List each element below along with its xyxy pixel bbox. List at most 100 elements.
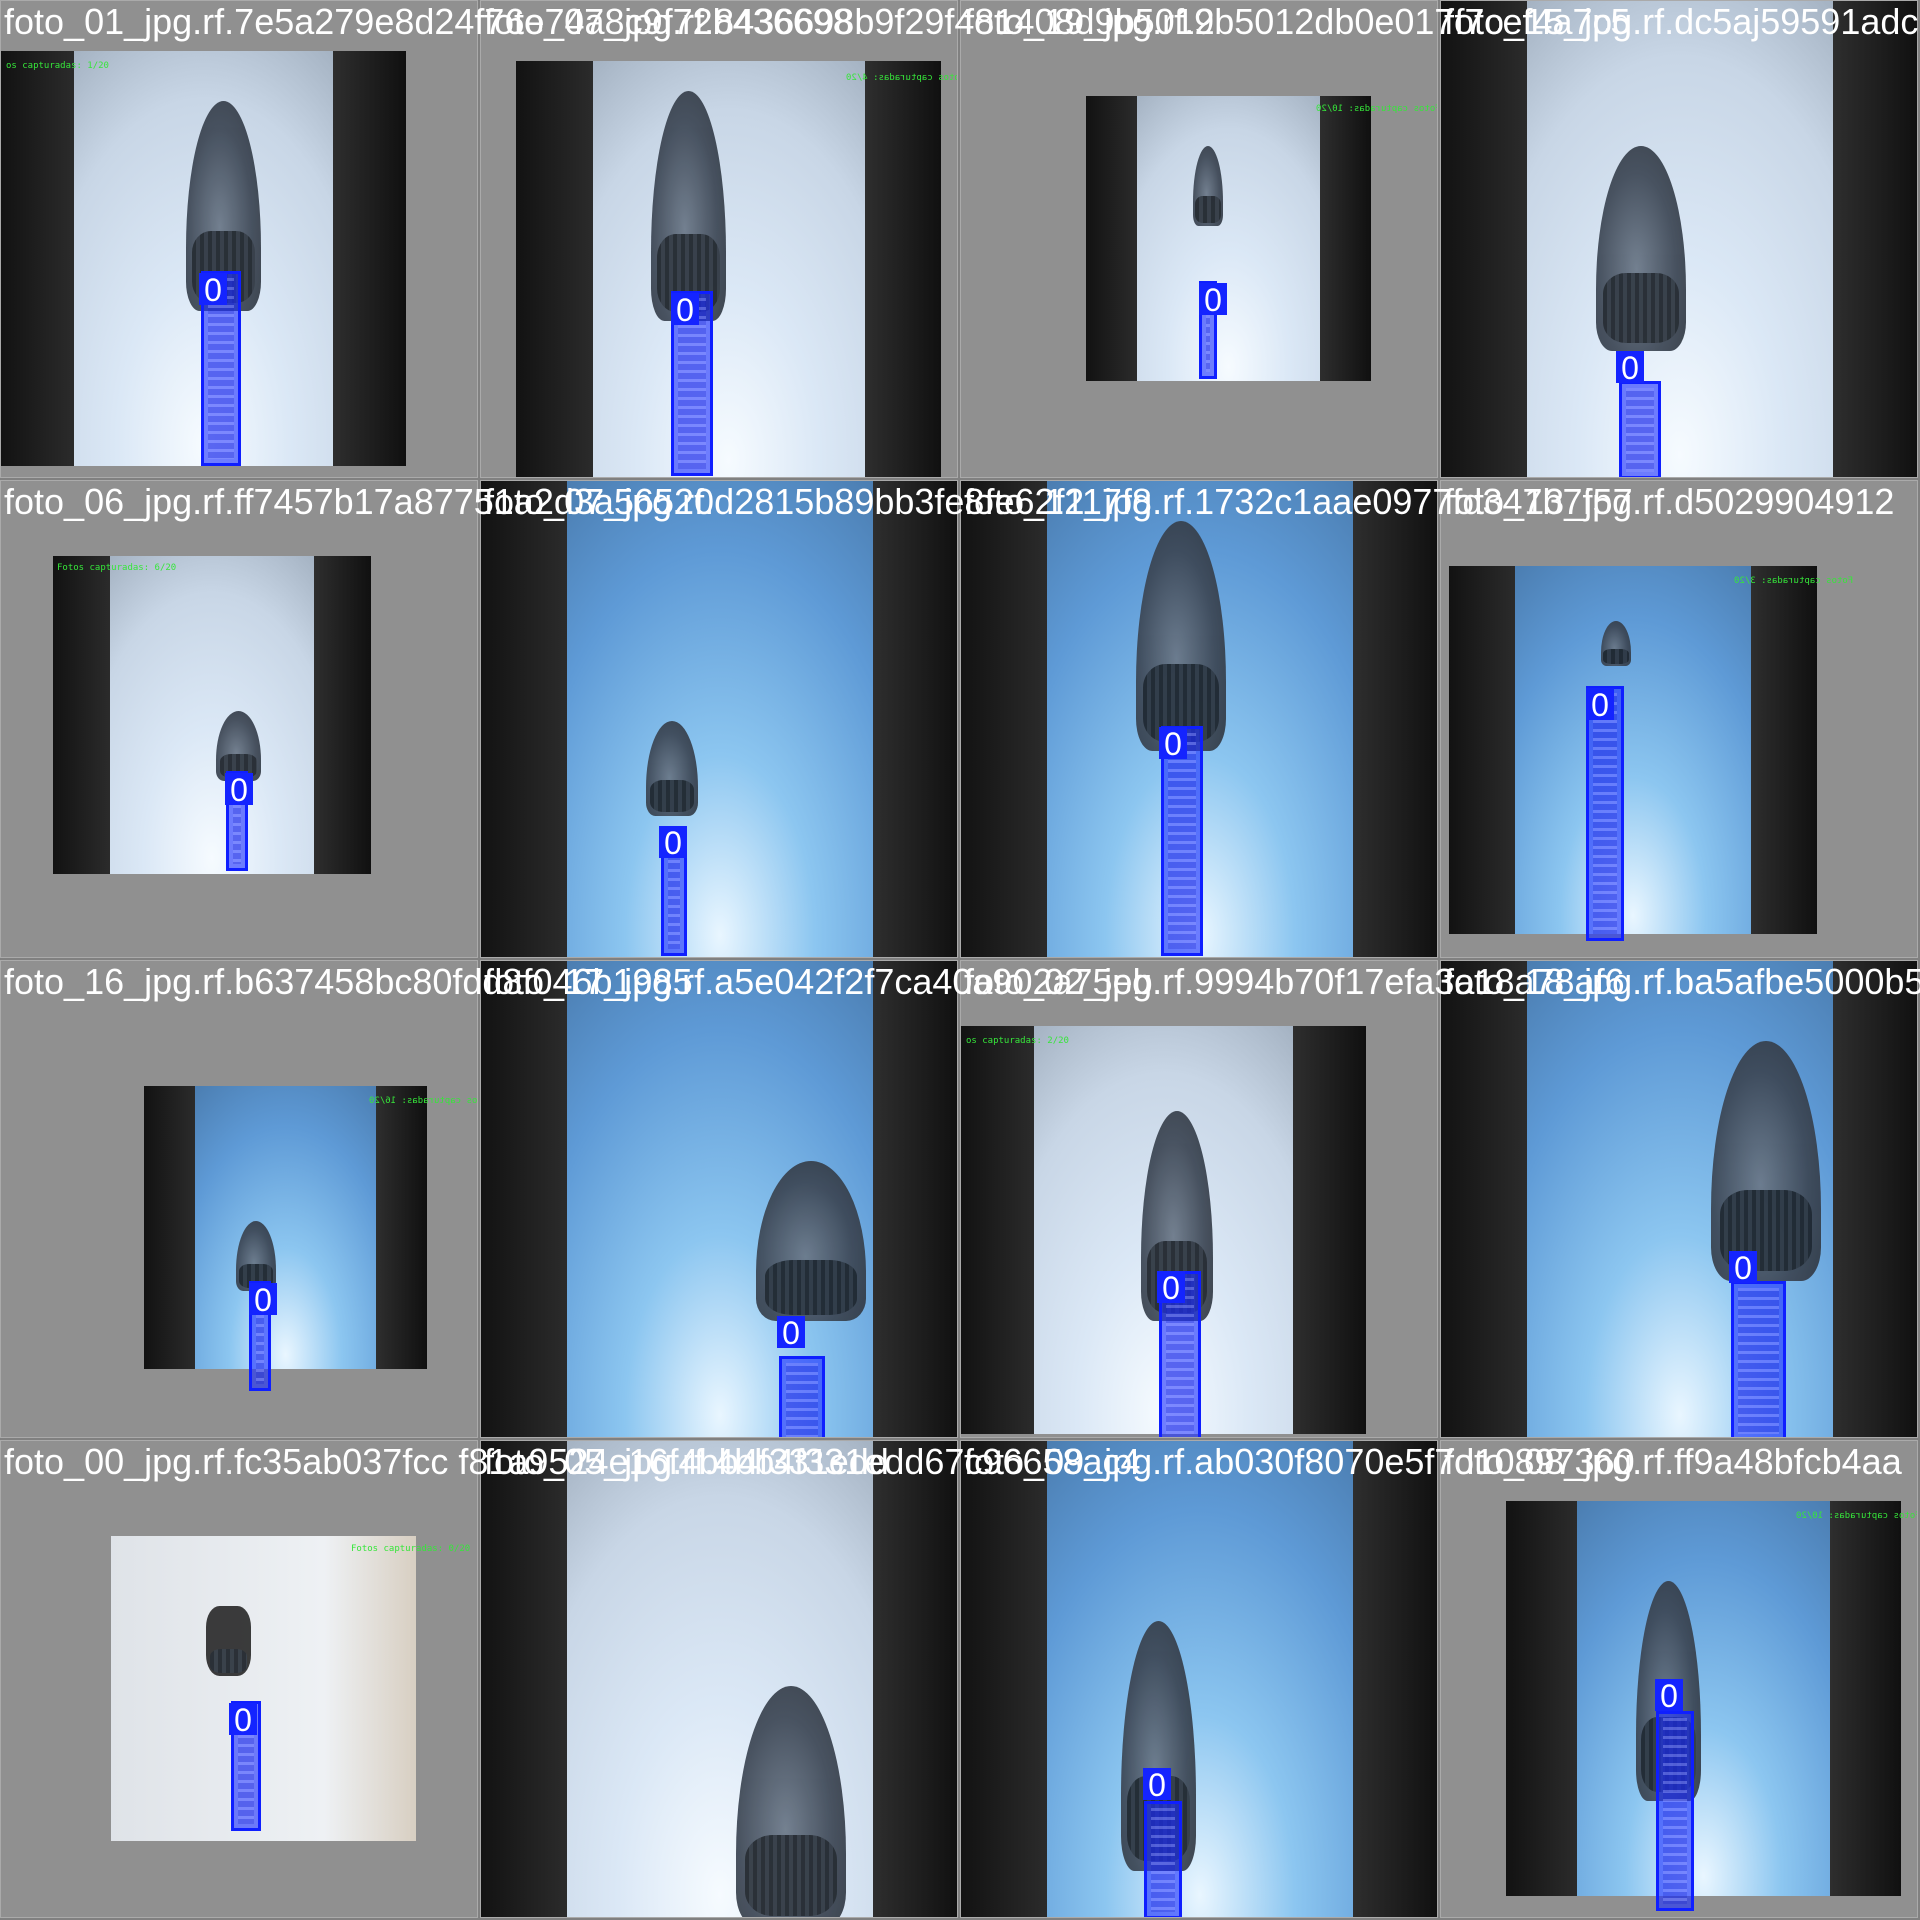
class-label: 0 bbox=[1143, 1768, 1171, 1802]
bullet-band bbox=[650, 779, 694, 813]
mosaic-tile: Fotos capturadas: 16/20 0 bbox=[0, 960, 478, 1438]
mosaic-tile: Fotos capturadas: 0/20 0 bbox=[0, 1440, 478, 1918]
bullet-band bbox=[764, 1260, 858, 1315]
dark-background bbox=[872, 481, 957, 957]
screw-texture bbox=[1151, 1808, 1175, 1912]
screw-texture bbox=[1663, 1718, 1687, 1904]
detection-bbox bbox=[1144, 1801, 1182, 1917]
capture-counter-text: Fotos capturadas: 4/20 bbox=[846, 73, 958, 83]
mosaic-tile: Fotos capturadas: 3/20 0 bbox=[1440, 480, 1918, 958]
dark-background bbox=[1086, 96, 1138, 381]
dark-background bbox=[481, 481, 568, 957]
capture-counter-text: os capturadas: 2/20 bbox=[966, 1036, 1069, 1046]
dark-background bbox=[864, 61, 941, 477]
class-label: 0 bbox=[777, 1316, 805, 1350]
class-label: 0 bbox=[1199, 283, 1227, 317]
dark-background bbox=[481, 1441, 568, 1917]
photo bbox=[481, 1441, 957, 1917]
dark-background bbox=[1441, 961, 1528, 1437]
detection-bbox bbox=[1656, 1711, 1694, 1911]
class-label: 0 bbox=[229, 1703, 257, 1737]
dark-background bbox=[1319, 96, 1371, 381]
screw-texture bbox=[1738, 1288, 1779, 1434]
mosaic-tile: 0 bbox=[480, 480, 958, 958]
dark-background bbox=[481, 961, 568, 1437]
class-label: 0 bbox=[199, 273, 227, 307]
photo bbox=[1449, 566, 1817, 934]
class-label: 0 bbox=[1729, 1251, 1757, 1285]
dark-background bbox=[516, 61, 593, 477]
bullet-band bbox=[209, 1649, 248, 1674]
image-grid: os capturadas: 1/20 0 foto_01_jpg.rf.7e5a2… bbox=[0, 0, 1920, 1920]
mosaic-tile: Fotos capturadas: 10/20 0 bbox=[960, 0, 1438, 478]
dark-background bbox=[1750, 566, 1817, 934]
dark-background bbox=[53, 556, 111, 874]
bullet-band bbox=[1195, 195, 1221, 223]
mosaic-tile: 0 bbox=[960, 480, 1438, 958]
dark-background bbox=[1449, 566, 1516, 934]
capture-counter-text: Fotos capturadas: 6/20 bbox=[57, 563, 177, 573]
mosaic-tile: os capturadas: 2/20 0 bbox=[960, 960, 1438, 1438]
bullet-object bbox=[206, 1606, 251, 1676]
capture-counter-text: Fotos capturadas: 10/20 bbox=[1316, 104, 1438, 114]
mosaic-tile bbox=[480, 1440, 958, 1918]
photo bbox=[144, 1086, 427, 1369]
dark-background bbox=[961, 481, 1048, 957]
mosaic-tile: os capturadas: 1/20 0 bbox=[0, 0, 478, 478]
filename-caption: foto_13_jpg.rf.d5029904912 bbox=[1444, 482, 1895, 522]
dark-background bbox=[1829, 1501, 1901, 1896]
dark-background bbox=[1832, 961, 1917, 1437]
dark-background bbox=[1506, 1501, 1578, 1896]
dark-background bbox=[961, 1026, 1034, 1434]
mosaic-tile: 0 bbox=[960, 1440, 1438, 1918]
detection-bbox bbox=[1731, 1281, 1786, 1437]
capture-counter-text: Fotos capturadas: 16/20 bbox=[369, 1096, 478, 1106]
dark-background bbox=[1293, 1026, 1366, 1434]
mosaic-tile: Fotos capturadas: 10/20 0 bbox=[1440, 1440, 1918, 1918]
class-label: 0 bbox=[1159, 727, 1187, 761]
dark-background bbox=[961, 1441, 1048, 1917]
photo bbox=[1441, 961, 1917, 1437]
dark-background bbox=[313, 556, 371, 874]
photo bbox=[1086, 96, 1371, 381]
photo bbox=[516, 61, 941, 477]
class-label: 0 bbox=[249, 1283, 277, 1317]
capture-counter-text: Fotos capturadas: 3/20 bbox=[1734, 576, 1854, 586]
class-label: 0 bbox=[671, 293, 699, 327]
bullet-band bbox=[744, 1834, 838, 1917]
class-label: 0 bbox=[1655, 1679, 1683, 1713]
dark-background bbox=[1441, 1, 1528, 477]
photo bbox=[1506, 1501, 1901, 1896]
dark-background bbox=[1352, 1441, 1437, 1917]
mosaic-tile: 0 bbox=[1440, 0, 1918, 478]
dark-background bbox=[872, 961, 957, 1437]
capture-counter-text: Fotos capturadas: 0/20 bbox=[351, 1544, 471, 1554]
mosaic-tile: 0 bbox=[1440, 960, 1918, 1438]
screw-texture bbox=[786, 1363, 818, 1437]
photo bbox=[53, 556, 371, 874]
filename-caption: foto_08_jpg.rf.ff9a48bfcb4aa bbox=[1444, 1442, 1902, 1482]
dark-background bbox=[1352, 481, 1437, 957]
mosaic-tile: Fotos capturadas: 4/20 0 bbox=[480, 0, 958, 478]
capture-counter-text: Fotos capturadas: 10/20 bbox=[1796, 1511, 1918, 1521]
bullet-band bbox=[1603, 648, 1629, 665]
dark-background bbox=[1, 51, 74, 466]
mosaic-tile: 0 bbox=[480, 960, 958, 1438]
class-label: 0 bbox=[1616, 351, 1644, 385]
filename-caption: foto_15_jpg.rf.dc5aj59591adc723820c9 bbox=[1444, 2, 1920, 42]
filename-caption: foto_18_jpg.rf.ba5afbe5000b5e bbox=[1444, 962, 1920, 1002]
dark-background bbox=[144, 1086, 195, 1369]
detection-bbox bbox=[1619, 381, 1661, 477]
screw-texture bbox=[1593, 693, 1617, 934]
screw-texture bbox=[1168, 733, 1196, 949]
detection-bbox bbox=[1586, 686, 1624, 941]
class-label: 0 bbox=[1157, 1271, 1185, 1305]
detection-bbox bbox=[779, 1356, 825, 1437]
photo bbox=[961, 1441, 1437, 1917]
class-label: 0 bbox=[225, 773, 253, 807]
capture-counter-text: os capturadas: 1/20 bbox=[6, 61, 109, 71]
dark-background bbox=[376, 1086, 427, 1369]
photo bbox=[481, 961, 957, 1437]
class-label: 0 bbox=[659, 826, 687, 860]
mosaic-tile: Fotos capturadas: 6/20 0 bbox=[0, 480, 478, 958]
